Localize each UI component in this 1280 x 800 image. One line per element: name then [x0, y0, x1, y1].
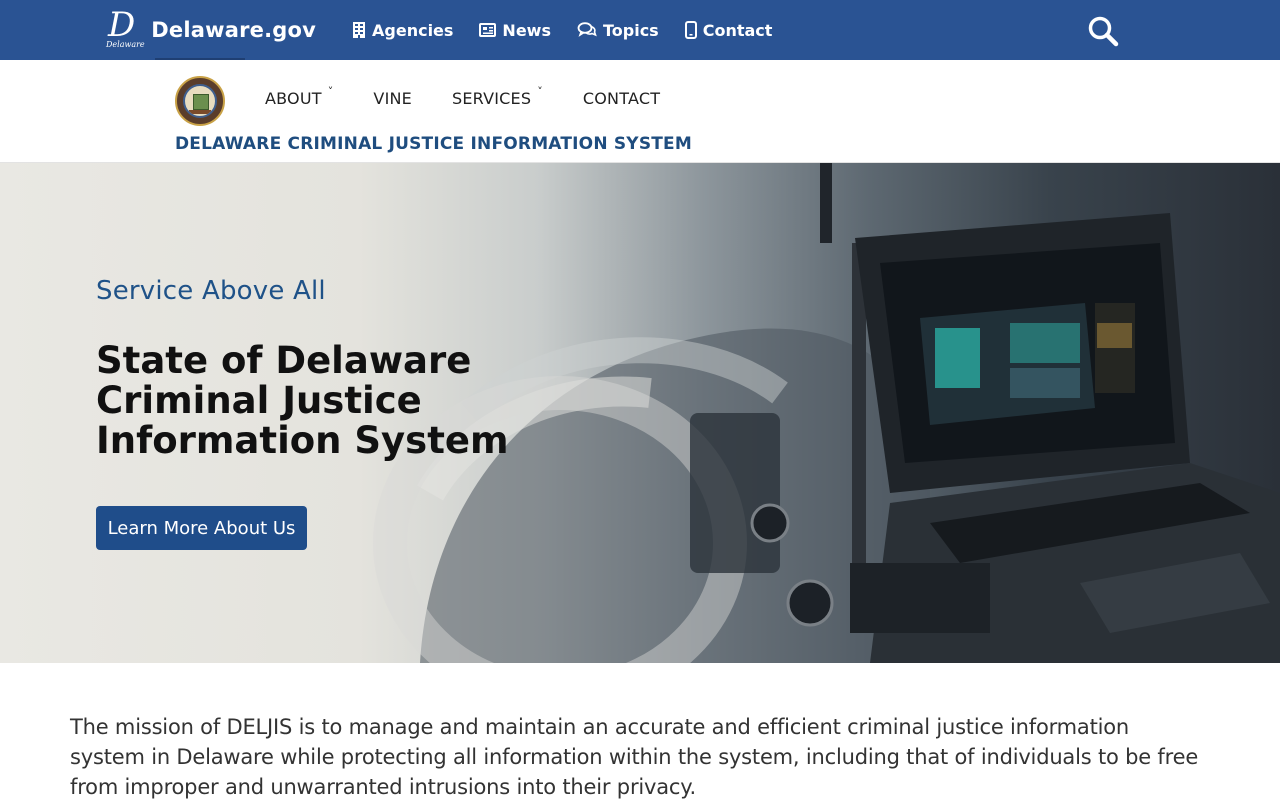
- mobile-phone-icon: [684, 21, 697, 39]
- newspaper-icon: [479, 23, 497, 37]
- hero-banner: Service Above All State of Delaware Crim…: [0, 163, 1280, 663]
- global-nav-label: Contact: [702, 20, 773, 40]
- global-nav-topics[interactable]: Topics: [577, 21, 659, 40]
- chevron-down-icon: ˅: [327, 84, 334, 98]
- chevron-down-icon: ˅: [537, 84, 543, 98]
- nav-contact[interactable]: CONTACT: [583, 89, 660, 108]
- global-nav-agencies[interactable]: Agencies: [352, 21, 453, 40]
- agency-header: ABOUT ˅ VINE SERVICES ˅ CONTACT DELAWARE…: [0, 60, 1280, 163]
- chat-bubbles-icon: [577, 22, 597, 37]
- global-nav-contact[interactable]: Contact: [684, 20, 773, 40]
- global-nav: Agencies News Topics Contact: [352, 0, 798, 60]
- global-nav-news[interactable]: News: [479, 21, 551, 40]
- mission-statement: The mission of DELJIS is to manage and m…: [70, 715, 1199, 799]
- search-button[interactable]: [1086, 14, 1120, 48]
- delaware-gov-home-link[interactable]: D Delaware Delaware.gov: [106, 5, 316, 52]
- hero-title: State of Delaware Criminal Justice Infor…: [96, 339, 509, 462]
- nav-services[interactable]: SERVICES ˅: [451, 85, 543, 108]
- state-seal-icon[interactable]: [175, 76, 225, 126]
- global-nav-label: Topics: [602, 20, 659, 40]
- global-top-bar: D Delaware Delaware.gov Agencies News To…: [0, 0, 1280, 60]
- nav-about-label: ABOUT: [265, 88, 322, 108]
- agency-title[interactable]: DELAWARE CRIMINAL JUSTICE INFORMATION SY…: [175, 134, 692, 154]
- building-icon: [353, 22, 365, 38]
- nav-vine[interactable]: VINE: [373, 89, 412, 108]
- nav-contact-label: CONTACT: [582, 88, 661, 108]
- hero-tagline: Service Above All: [96, 276, 326, 306]
- nav-vine-label: VINE: [373, 88, 412, 108]
- nav-services-label: SERVICES: [451, 88, 532, 108]
- search-icon: [1088, 16, 1119, 47]
- global-nav-label: Agencies: [372, 20, 454, 40]
- delaware-logo-icon: D Delaware: [106, 5, 145, 49]
- global-nav-label: News: [502, 20, 551, 40]
- learn-more-button[interactable]: Learn More About Us: [96, 506, 307, 550]
- agency-nav: ABOUT ˅ VINE SERVICES ˅ CONTACT: [265, 85, 700, 110]
- seal-emblem: [183, 84, 217, 118]
- brand-name: Delaware.gov: [151, 18, 316, 42]
- nav-about[interactable]: ABOUT ˅: [265, 85, 333, 108]
